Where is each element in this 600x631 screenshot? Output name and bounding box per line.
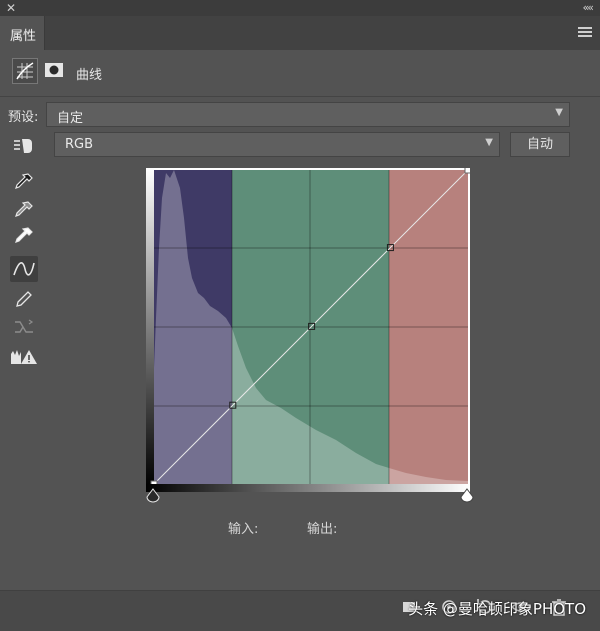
chevron-down-icon: ▼: [485, 137, 493, 148]
input-gradient-slider[interactable]: [146, 484, 470, 492]
auto-button[interactable]: 自动: [510, 132, 570, 157]
input-label: 输入:: [228, 522, 259, 537]
on-image-adjust-icon[interactable]: [10, 132, 38, 158]
tab-row: 属性: [0, 16, 600, 50]
panel-topbar: ✕ ««: [0, 0, 600, 16]
curves-graph-svg[interactable]: [146, 166, 472, 488]
pencil-icon[interactable]: [10, 286, 38, 312]
preset-value: 自定: [57, 111, 84, 126]
tab-properties[interactable]: 属性: [0, 16, 45, 50]
black-point-slider-handle[interactable]: [145, 488, 161, 508]
adjustment-title: 曲线: [76, 68, 103, 83]
mask-icon[interactable]: [44, 62, 64, 78]
curves-graph[interactable]: [146, 166, 472, 488]
curve-point[interactable]: [464, 166, 472, 174]
collapse-icon[interactable]: ««: [583, 0, 595, 16]
channel-select[interactable]: RGB ▼: [54, 132, 500, 157]
curves-adjustment-icon[interactable]: [12, 58, 38, 84]
tab-label: 属性: [10, 29, 37, 44]
smooth-icon[interactable]: [10, 314, 38, 340]
clipping-warning-icon[interactable]: [10, 344, 38, 370]
edit-points-icon[interactable]: [10, 256, 38, 282]
channel-value: RGB: [65, 137, 94, 152]
black-point-eyedropper-icon[interactable]: [10, 170, 38, 196]
close-icon[interactable]: ✕: [6, 0, 16, 16]
preset-select[interactable]: 自定 ▼: [46, 102, 570, 127]
preset-label: 预设:: [8, 110, 39, 125]
chevron-down-icon: ▼: [555, 107, 563, 118]
gray-point-eyedropper-icon[interactable]: [10, 198, 38, 224]
output-label: 输出:: [307, 522, 338, 537]
divider: [0, 96, 600, 97]
output-gradient: [146, 168, 154, 486]
panel-menu-icon[interactable]: [578, 27, 592, 37]
watermark: 头条 @曼哈顿印象PHOTO: [408, 600, 586, 618]
white-point-slider-handle[interactable]: [459, 488, 475, 508]
white-point-eyedropper-icon[interactable]: [10, 224, 38, 250]
